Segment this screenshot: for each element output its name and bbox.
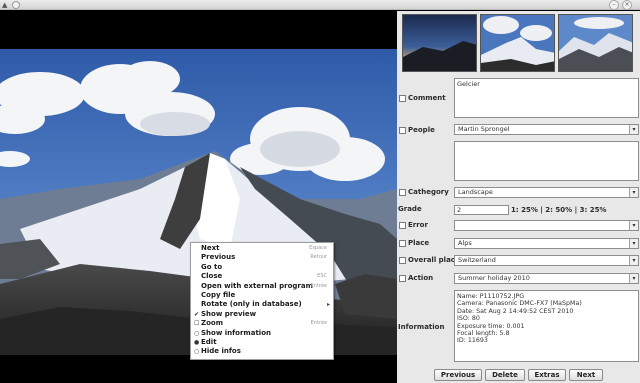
overall-place-checkbox[interactable] bbox=[399, 257, 406, 264]
information-textarea[interactable]: Name: P1110752.JPG Camera: Panasonic DMC… bbox=[454, 290, 639, 362]
window-menu-icon[interactable] bbox=[12, 1, 20, 9]
action-select[interactable]: Summer holiday 2010 ▾ bbox=[454, 273, 639, 284]
menu-item-label: Open with external program bbox=[201, 281, 313, 290]
menu-item-zoom[interactable]: ☐ Zoom Entrée bbox=[191, 319, 333, 328]
info-line: ID: 11693 bbox=[457, 337, 488, 345]
action-label: Action bbox=[408, 274, 434, 282]
menu-item-previous[interactable]: Previous Retour bbox=[191, 253, 333, 262]
thumbnail-image bbox=[403, 15, 476, 71]
thumbnail-image bbox=[559, 15, 632, 71]
radio-icon: ○ bbox=[194, 348, 200, 356]
people-textarea[interactable] bbox=[454, 141, 639, 181]
overall-place-value: Switzerland bbox=[458, 256, 496, 264]
information-label: Information bbox=[398, 323, 445, 331]
chevron-down-icon: ▾ bbox=[629, 221, 638, 230]
chevron-down-icon: ▾ bbox=[629, 125, 638, 134]
menu-item-copy-file[interactable]: Copy file bbox=[191, 291, 333, 300]
menu-item-label: Rotate (only in database) bbox=[201, 300, 302, 309]
menu-item-label: Show information bbox=[201, 328, 271, 337]
menu-shortcut: Espace bbox=[309, 245, 327, 251]
menu-item-label: Close bbox=[201, 272, 223, 281]
menu-item-label: Previous bbox=[201, 253, 236, 262]
menu-item-label: Zoom bbox=[201, 319, 223, 328]
info-panel: Comment Gelcier People Martin Sprongel ▾ … bbox=[397, 11, 640, 383]
overall-place-label: Overall place bbox=[408, 256, 460, 264]
error-label: Error bbox=[408, 221, 428, 229]
checkbox-icon: ☐ bbox=[194, 320, 200, 328]
category-label: Cathegory bbox=[408, 188, 449, 196]
chevron-down-icon: ▾ bbox=[629, 239, 638, 248]
info-line: Focal length: 5.8 bbox=[457, 330, 510, 338]
minimize-button[interactable]: – bbox=[609, 0, 619, 10]
menu-item-edit[interactable]: ● Edit bbox=[191, 338, 333, 347]
place-select[interactable]: Alps ▾ bbox=[454, 238, 639, 249]
menu-item-rotate[interactable]: Rotate (only in database) ▸ bbox=[191, 300, 333, 309]
chevron-down-icon: ▾ bbox=[629, 188, 638, 197]
info-line: Date: Sat Aug 2 14:49:52 CEST 2010 bbox=[457, 307, 574, 315]
context-menu: Next Espace Previous Retour Go to Close ESC… bbox=[190, 242, 334, 360]
category-value: Landscape bbox=[458, 188, 493, 196]
menu-item-next[interactable]: Next Espace bbox=[191, 244, 333, 253]
people-label: People bbox=[408, 126, 435, 134]
grade-input[interactable]: 2 bbox=[454, 205, 509, 215]
comment-label: Comment bbox=[408, 94, 446, 102]
thumbnail-previous[interactable] bbox=[402, 14, 477, 72]
menu-shortcut: ESC bbox=[317, 273, 327, 280]
menu-shortcut: Entrée bbox=[310, 320, 327, 327]
menu-item-show-information[interactable]: ○ Show information bbox=[191, 329, 333, 338]
thumbnail-next[interactable] bbox=[558, 14, 633, 72]
menu-item-hide-infos[interactable]: ○ Hide infos bbox=[191, 347, 333, 356]
menu-item-label: Edit bbox=[201, 337, 217, 346]
overall-place-select[interactable]: Switzerland ▾ bbox=[454, 255, 639, 266]
grade-scale: 1: 25% | 2: 50% | 3: 25% bbox=[511, 206, 607, 214]
category-select[interactable]: Landscape ▾ bbox=[454, 187, 639, 198]
image-viewer[interactable]: Next Espace Previous Retour Go to Close ESC… bbox=[0, 11, 397, 383]
previous-button[interactable]: Previous bbox=[434, 369, 482, 381]
menu-item-label: Go to bbox=[201, 262, 223, 271]
error-select[interactable]: ▾ bbox=[454, 220, 639, 231]
menu-item-label: Next bbox=[201, 244, 220, 252]
grade-label: Grade bbox=[398, 205, 422, 213]
people-checkbox[interactable] bbox=[399, 127, 406, 134]
radio-selected-icon: ● bbox=[194, 338, 200, 346]
chevron-down-icon: ▾ bbox=[629, 256, 638, 265]
menu-item-go-to[interactable]: Go to bbox=[191, 263, 333, 272]
comment-textarea[interactable]: Gelcier bbox=[454, 78, 639, 118]
info-line: Camera: Panasonic DMC-FX7 (MaSpMa) bbox=[457, 300, 582, 308]
place-checkbox[interactable] bbox=[399, 240, 406, 247]
extras-button[interactable]: Extras bbox=[528, 369, 566, 381]
people-value: Martin Sprongel bbox=[458, 125, 510, 133]
menu-item-label: Copy file bbox=[201, 290, 236, 299]
menu-item-label: Show preview bbox=[201, 309, 257, 318]
menu-item-open-external[interactable]: Open with external program Entrée bbox=[191, 282, 333, 291]
action-checkbox[interactable] bbox=[399, 275, 406, 282]
next-button[interactable]: Next bbox=[569, 369, 603, 381]
place-value: Alps bbox=[458, 239, 472, 247]
delete-button[interactable]: Delete bbox=[485, 369, 525, 381]
action-value: Summer holiday 2010 bbox=[458, 274, 530, 282]
info-line: ISO: 80 bbox=[457, 315, 480, 323]
chevron-down-icon: ▾ bbox=[629, 274, 638, 283]
title-bar: ▲ – × bbox=[0, 0, 640, 10]
checkmark-icon: ✔ bbox=[194, 310, 200, 318]
menu-item-label: Hide infos bbox=[201, 347, 241, 356]
info-line: Name: P1110752.JPG bbox=[457, 293, 525, 300]
menu-shortcut: Retour bbox=[310, 254, 327, 261]
comment-checkbox[interactable] bbox=[399, 95, 406, 102]
menu-item-show-preview[interactable]: ✔ Show preview bbox=[191, 310, 333, 319]
thumbnail-current[interactable] bbox=[480, 14, 555, 72]
thumbnail-image bbox=[481, 15, 554, 71]
application-window: ▲ – × Next Espace Previous Retour Go to … bbox=[0, 0, 640, 383]
menu-item-close[interactable]: Close ESC bbox=[191, 272, 333, 281]
place-label: Place bbox=[408, 239, 430, 247]
info-line: Exposure time: 0.001 bbox=[457, 322, 525, 330]
close-button[interactable]: × bbox=[622, 0, 632, 10]
category-checkbox[interactable] bbox=[399, 189, 406, 196]
submenu-arrow-icon: ▸ bbox=[326, 301, 330, 309]
menu-shortcut: Entrée bbox=[310, 282, 327, 289]
error-checkbox[interactable] bbox=[399, 222, 406, 229]
app-icon: ▲ bbox=[2, 1, 8, 9]
people-select[interactable]: Martin Sprongel ▾ bbox=[454, 124, 639, 135]
radio-icon: ○ bbox=[194, 329, 200, 337]
